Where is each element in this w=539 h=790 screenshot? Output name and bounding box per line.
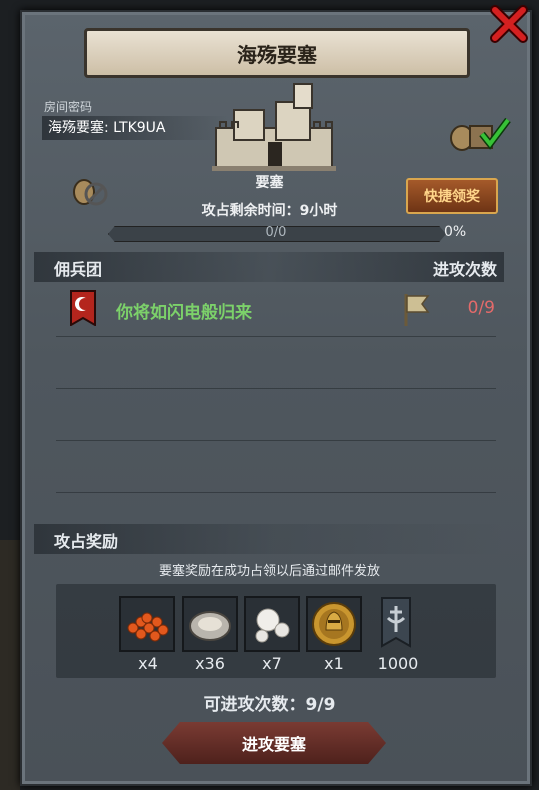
attack-fortress-button[interactable]: 进攻要塞 xyxy=(162,722,386,764)
reward-item[interactable] xyxy=(119,596,175,652)
room-code-label: 房间密码 xyxy=(44,100,93,114)
knight-coin-icon xyxy=(312,602,356,646)
fortress-icon xyxy=(212,83,336,171)
close-button[interactable] xyxy=(489,4,529,44)
reward-qty: 1000 xyxy=(377,654,419,673)
roe-icon xyxy=(127,612,169,642)
close-icon xyxy=(490,5,528,43)
reward-item[interactable] xyxy=(370,596,426,652)
reward-item[interactable] xyxy=(182,596,238,652)
list-item[interactable] xyxy=(34,288,504,328)
oyster-icon xyxy=(189,611,231,641)
divider xyxy=(56,388,496,389)
rewards-title: 攻占奖励 xyxy=(54,532,119,551)
loot-bag-check-icon[interactable] xyxy=(448,112,512,152)
attempts-remaining: 可进攻次数：9/9 xyxy=(203,695,336,715)
no-loot-icon[interactable] xyxy=(70,168,110,208)
banner-icon xyxy=(381,597,411,648)
attack-count: 0/9 xyxy=(467,298,495,318)
page-title: 海殇要塞 xyxy=(84,28,470,78)
flag-icon xyxy=(404,294,430,326)
progress-text: 0/0 xyxy=(265,225,287,240)
room-code-field[interactable]: 海殇要塞: LTK9UA xyxy=(42,116,228,140)
progress-percent: 0% xyxy=(444,224,467,240)
mercenary-name: 你将如闪电般归来 xyxy=(116,303,252,323)
rewards-note: 要塞奖励在成功占领以后通过邮件发放 xyxy=(158,564,380,579)
guild-banner-icon xyxy=(70,290,96,326)
reward-item[interactable] xyxy=(306,596,362,652)
pearl-icon xyxy=(255,608,290,643)
divider xyxy=(56,440,496,441)
reward-item[interactable] xyxy=(244,596,300,652)
divider xyxy=(56,336,496,337)
divider xyxy=(56,492,496,493)
quick-claim-button[interactable]: 快捷领奖 xyxy=(406,178,498,214)
mercenary-header-label: 佣兵团 xyxy=(54,260,103,279)
attack-count-header: 进攻次数 xyxy=(432,260,497,279)
